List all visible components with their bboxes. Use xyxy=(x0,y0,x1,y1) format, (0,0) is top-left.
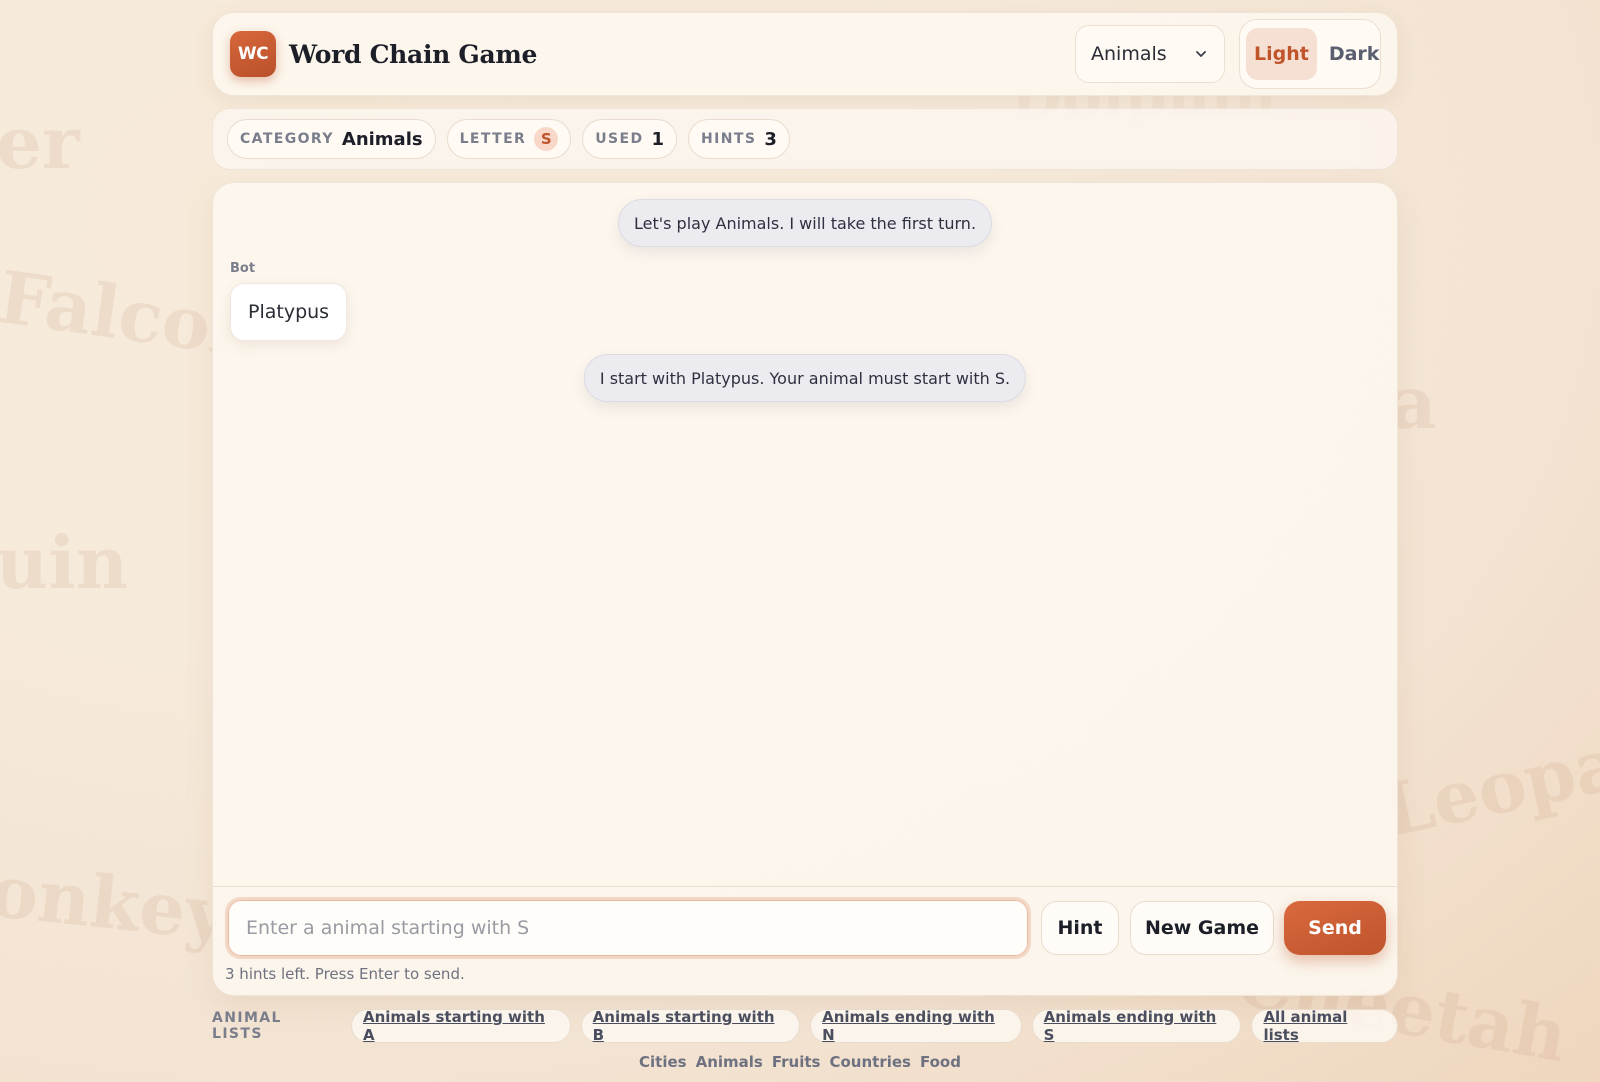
background-word: onkey xyxy=(0,847,232,958)
animal-list-link[interactable]: Animals ending with S xyxy=(1031,1008,1242,1044)
all-animal-lists-link[interactable]: All animal lists xyxy=(1251,1008,1398,1044)
animal-list-link[interactable]: Animals ending with N xyxy=(810,1008,1022,1044)
category-select-value: Animals xyxy=(1091,43,1167,65)
animal-lists: ANIMAL LISTS Animals starting with A Ani… xyxy=(212,1008,1398,1044)
send-button[interactable]: Send xyxy=(1284,901,1386,955)
bot-message: Platypus xyxy=(230,283,348,341)
animal-list-link[interactable]: Animals starting with A xyxy=(351,1008,571,1044)
bot-label: Bot xyxy=(230,261,256,276)
animal-lists-label: ANIMAL LISTS xyxy=(212,1010,282,1042)
app-logo: WC xyxy=(230,31,276,77)
background-word: Leopard xyxy=(1374,701,1600,854)
system-message: Let's play Animals. I will take the firs… xyxy=(617,199,993,247)
composer-helper-text: 3 hints left. Press Enter to send. xyxy=(225,965,465,983)
category-stat-value: Animals xyxy=(341,128,423,150)
nav-link-countries[interactable]: Countries xyxy=(829,1053,910,1071)
theme-dark-button[interactable]: Dark xyxy=(1321,28,1388,80)
category-stat-label: CATEGORY xyxy=(240,131,334,147)
chevron-down-icon xyxy=(1196,51,1206,57)
nav-link-animals[interactable]: Animals xyxy=(696,1053,763,1071)
theme-light-button[interactable]: Light xyxy=(1246,28,1317,80)
background-word: er xyxy=(0,100,80,185)
hints-stat: HINTS 3 xyxy=(688,119,790,159)
letter-stat: LETTER S xyxy=(446,119,572,159)
nav-link-fruits[interactable]: Fruits xyxy=(772,1053,821,1071)
composer-divider xyxy=(213,886,1397,887)
nav-link-food[interactable]: Food xyxy=(920,1053,961,1071)
used-stat: USED 1 xyxy=(582,119,678,159)
letter-stat-value: S xyxy=(534,127,559,151)
word-input[interactable]: Enter a animal starting with S xyxy=(225,897,1031,959)
app-title: Word Chain Game xyxy=(289,39,538,69)
category-stat: CATEGORY Animals xyxy=(227,119,436,159)
system-message: I start with Platypus. Your animal must … xyxy=(583,354,1027,402)
app-header: WC Word Chain Game Animals Light Dark xyxy=(212,12,1398,96)
animal-list-link[interactable]: Animals starting with B xyxy=(580,1008,801,1044)
category-select[interactable]: Animals xyxy=(1075,25,1225,83)
hint-button[interactable]: Hint xyxy=(1041,901,1119,955)
stats-bar: CATEGORY Animals LETTER S USED 1 HINTS 3 xyxy=(212,108,1398,170)
hints-stat-label: HINTS xyxy=(701,131,757,147)
hints-stat-value: 3 xyxy=(764,128,777,150)
footer-nav: Cities Animals Fruits Countries Food xyxy=(0,1053,1600,1071)
letter-stat-label: LETTER xyxy=(459,131,527,147)
used-stat-value: 1 xyxy=(651,128,665,150)
nav-link-cities[interactable]: Cities xyxy=(639,1053,687,1071)
chat-panel: Let's play Animals. I will take the firs… xyxy=(212,182,1398,996)
theme-toggle: Light Dark xyxy=(1239,19,1381,89)
used-stat-label: USED xyxy=(595,131,644,147)
background-word: uin xyxy=(0,520,129,605)
new-game-button[interactable]: New Game xyxy=(1130,901,1274,955)
